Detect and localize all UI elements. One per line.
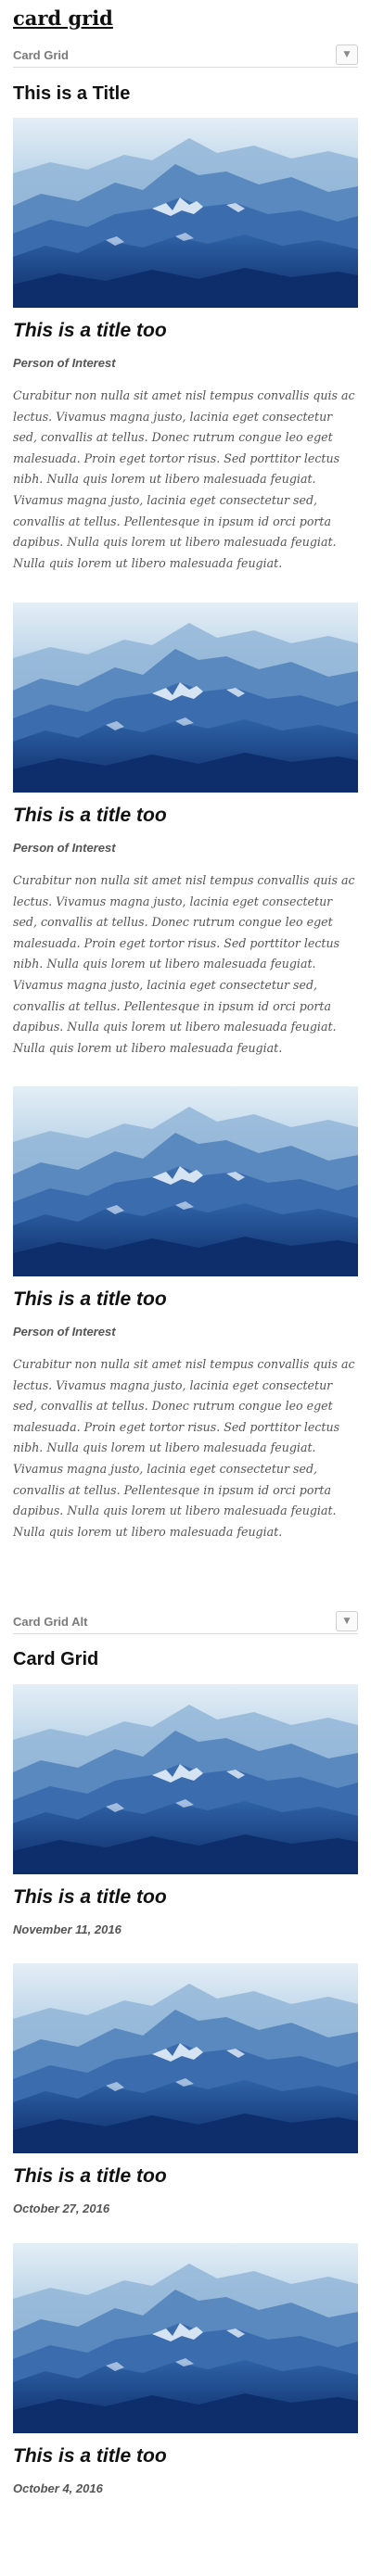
card-image — [13, 1684, 358, 1874]
section-label: Card Grid — [13, 48, 69, 62]
section-heading: Card Grid — [13, 1649, 99, 1669]
card-title: This is a title too — [13, 1288, 167, 1310]
section-heading: This is a Title — [13, 83, 131, 104]
card-title: This is a title too — [13, 320, 167, 341]
page-title: card grid — [13, 6, 113, 30]
section-label: Card Grid Alt — [13, 1615, 88, 1629]
card: This is a title too Person of Interest C… — [13, 603, 358, 1055]
card-date: November 11, 2016 — [13, 1922, 122, 1936]
card: This is a title too Person of Interest C… — [13, 1086, 358, 1539]
card-title: This is a title too — [13, 1886, 167, 1908]
card-subtitle: Person of Interest — [13, 841, 116, 855]
card-body: Curabitur non nulla sit amet nisl tempus… — [13, 388, 355, 570]
card: This is a title too October 4, 2016 — [13, 2243, 358, 2495]
card-title: This is a title too — [13, 2165, 167, 2187]
card-subtitle: Person of Interest — [13, 356, 116, 370]
chevron-down-icon[interactable]: ▼ — [336, 1611, 358, 1631]
card: This is a title too October 27, 2016 — [13, 1963, 358, 2215]
card-date: October 4, 2016 — [13, 2481, 103, 2495]
card-image — [13, 2243, 358, 2433]
card-subtitle: Person of Interest — [13, 1325, 116, 1339]
card: This is a title too November 11, 2016 — [13, 1684, 358, 1936]
card: This is a title too Person of Interest C… — [13, 118, 358, 570]
chevron-down-icon[interactable]: ▼ — [336, 44, 358, 65]
card-body: Curabitur non nulla sit amet nisl tempus… — [13, 1357, 355, 1539]
card-date: October 27, 2016 — [13, 2202, 110, 2215]
card-body: Curabitur non nulla sit amet nisl tempus… — [13, 873, 355, 1055]
section-header-card-grid: Card Grid ▼ — [13, 44, 358, 68]
card-title: This is a title too — [13, 2445, 167, 2467]
section-header-card-grid-alt: Card Grid Alt ▼ — [13, 1611, 358, 1634]
card-image — [13, 603, 358, 793]
card-image — [13, 118, 358, 308]
card-title: This is a title too — [13, 805, 167, 826]
card-image — [13, 1963, 358, 2153]
card-image — [13, 1086, 358, 1276]
